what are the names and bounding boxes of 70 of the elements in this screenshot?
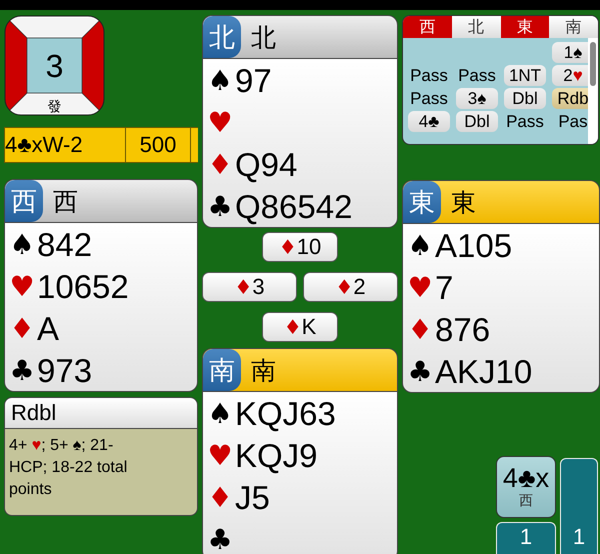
score-cell: 500 xyxy=(126,128,191,162)
call-title: Rdbl xyxy=(4,397,198,429)
suit-icon: ♦ xyxy=(7,312,37,344)
card-ranks: KQJ63 xyxy=(235,396,336,430)
seat-badge: 東 xyxy=(403,181,441,223)
player-name: 東 xyxy=(451,186,476,218)
played-card: ♦10 xyxy=(262,232,338,262)
played-card: ♦3 xyxy=(202,272,297,302)
suit-icon: ♣ xyxy=(7,354,37,386)
seat-badge: 南 xyxy=(203,349,241,391)
auction-call: Dbl xyxy=(504,88,546,109)
suit-icon: ♣ xyxy=(205,190,235,222)
played-card: ♦K xyxy=(262,312,338,342)
auction-call: Pass xyxy=(409,88,449,110)
auction-call: 4♣ xyxy=(408,111,450,132)
seat-header: 北 xyxy=(452,16,500,38)
card-ranks: 973 xyxy=(37,354,92,386)
seat-header: 東 xyxy=(500,16,550,38)
auction-call: 3♠ xyxy=(456,88,498,109)
board-number: 3 xyxy=(46,48,64,84)
suit-icon: ♠ xyxy=(205,396,235,430)
suit-icon: ♥ xyxy=(205,106,235,138)
player-name: 南 xyxy=(251,354,276,386)
trick-counter: 1 xyxy=(560,458,598,554)
player-name: 北 xyxy=(251,22,276,54)
suit-icon: ♥ xyxy=(405,270,435,304)
suit-icon: ♣ xyxy=(205,522,235,554)
suit-icon: ♠ xyxy=(205,64,235,96)
auction-call: Rdb xyxy=(552,88,588,109)
suit-icon: ♠ xyxy=(405,228,435,262)
suit-icon: ♦ xyxy=(205,480,235,514)
card-ranks: 842 xyxy=(37,228,92,260)
card-ranks: 97 xyxy=(235,64,272,96)
trick-counter: 1 xyxy=(496,522,556,554)
auction-call: 2♥ xyxy=(552,65,588,86)
call-explanation: 4+ ♥; 5+ ♠; 21-HCP; 18-22 total points xyxy=(4,429,198,516)
seat-header: 南 xyxy=(549,16,598,38)
suit-icon: ♦ xyxy=(405,312,435,346)
dealer-label: 發 xyxy=(48,99,62,115)
card-ranks: Q94 xyxy=(235,148,298,180)
auction-call: 1NT xyxy=(504,65,546,86)
seat-badge: 西 xyxy=(5,180,43,222)
played-card: ♦2 xyxy=(303,272,398,302)
card-ranks: AKJ10 xyxy=(435,354,532,388)
suit-icon: ♣ xyxy=(405,354,435,388)
auction-call: Pass xyxy=(505,110,545,132)
player-name: 西 xyxy=(53,186,78,218)
auction-call: Pas xyxy=(557,110,588,132)
auction-call: Dbl xyxy=(456,111,498,132)
card-ranks: A105 xyxy=(435,228,512,262)
auction-call: 1♠ xyxy=(552,42,588,63)
auction-call: Pass xyxy=(457,64,497,86)
scrollbar[interactable] xyxy=(588,38,598,144)
card-ranks: Q86542 xyxy=(235,190,352,222)
seat-header: 西 xyxy=(403,16,452,38)
card-ranks: A xyxy=(37,312,60,344)
suit-icon: ♦ xyxy=(205,148,235,180)
declarer-label: 西 xyxy=(519,492,533,510)
card-ranks: J5 xyxy=(235,480,270,514)
card-ranks: 7 xyxy=(435,270,454,304)
card-ranks: 876 xyxy=(435,312,490,346)
card-ranks: KQJ9 xyxy=(235,438,318,472)
suit-icon: ♥ xyxy=(205,438,235,472)
suit-icon: ♥ xyxy=(7,270,37,302)
card-ranks: 10652 xyxy=(37,270,129,302)
seat-badge: 北 xyxy=(203,16,241,58)
score-cell: 4♣xW-2 xyxy=(5,128,126,162)
auction-call: Pass xyxy=(409,64,449,86)
contract: 4♣x xyxy=(502,464,550,492)
suit-icon: ♠ xyxy=(7,228,37,260)
